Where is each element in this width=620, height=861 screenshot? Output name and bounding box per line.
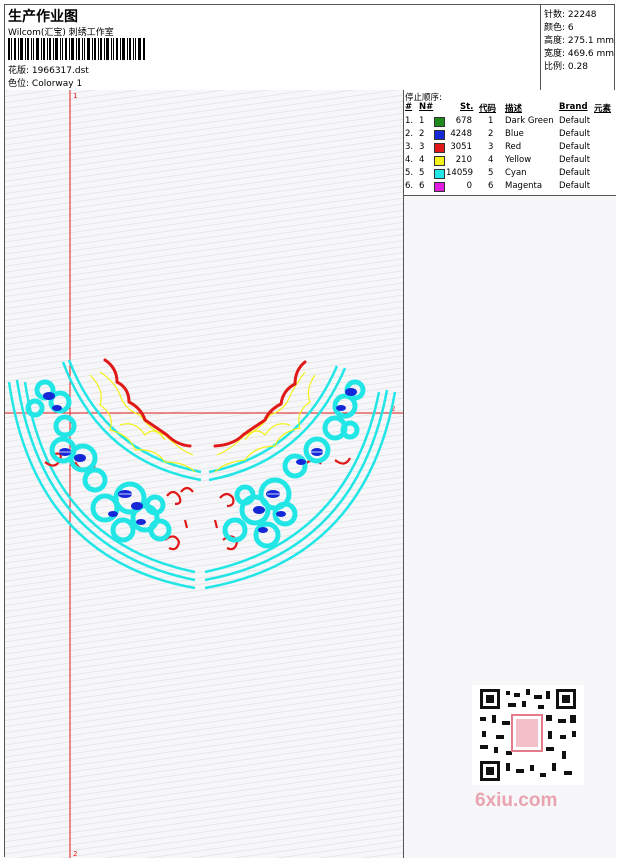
colorway-value: Colorway 1 (31, 79, 83, 89)
row-needle: 5 (419, 168, 425, 178)
axis-marker-bottom: 2 (73, 850, 77, 858)
axis-marker-top: 1 (73, 92, 77, 100)
color-swatch (434, 169, 445, 179)
design-width: 宽度: 469.6 mm (544, 49, 615, 59)
design-height: 高度: 275.1 mm (544, 36, 615, 46)
row-brand: Default (559, 168, 591, 178)
row-code: 5 (488, 168, 494, 178)
col-header-needle: N# (419, 102, 434, 112)
row-brand: Default (559, 155, 591, 165)
site-logo: 6xiu.com (475, 790, 558, 811)
row-index: 4. (405, 155, 414, 165)
col-header-brand: Brand (559, 102, 588, 112)
row-code: 3 (488, 142, 494, 152)
row-brand: Default (559, 142, 591, 152)
stitch-count: 针数: 22248 (544, 10, 597, 20)
row-stitches: 4248 (450, 129, 472, 139)
color-swatch (434, 117, 445, 127)
row-description: Dark Green (505, 116, 554, 126)
row-needle: 4 (419, 155, 425, 165)
row-brand: Default (559, 129, 591, 139)
colorway-label: 色位: (8, 79, 30, 89)
col-header-description: 描述 (505, 104, 523, 114)
row-needle: 2 (419, 129, 425, 139)
design-value: 1966317.dst (31, 66, 89, 76)
row-index: 3. (405, 142, 414, 152)
qr-code (472, 685, 584, 785)
row-stitches: 0 (466, 181, 472, 191)
design-stats: 针数: 22248 颜色: 6 高度: 275.1 mm 宽度: 469.6 m… (540, 5, 617, 90)
row-needle: 3 (419, 142, 425, 152)
design-canvas: 1 2 2 (5, 90, 404, 858)
col-header-element: 元素 (594, 104, 612, 114)
color-swatch (434, 130, 445, 140)
row-stitches: 3051 (450, 142, 472, 152)
color-swatch (434, 182, 445, 192)
row-description: Yellow (505, 155, 532, 165)
barcode (8, 38, 145, 60)
row-index: 5. (405, 168, 414, 178)
col-header-stitches: St. (460, 102, 474, 112)
colorway-row: 色位: Colorway 1 (8, 76, 82, 89)
embroidery-preview: 1 2 2 (5, 90, 403, 858)
stop-sequence-table: 停止顺序: # N# St. 代码 描述 Brand 元素 1. 1 678 1 Dar… (404, 90, 616, 196)
color-swatch (434, 156, 445, 166)
row-needle: 1 (419, 116, 425, 126)
row-index: 2. (405, 129, 414, 139)
col-header-index: # (405, 102, 413, 112)
design-name-row: 花版: 1966317.dst (8, 63, 89, 76)
color-swatch (434, 143, 445, 153)
studio-subtitle: Wilcom(汇宝) 刺绣工作室 (8, 28, 114, 38)
row-index: 1. (405, 116, 414, 126)
row-brand: Default (559, 181, 591, 191)
row-code: 6 (488, 181, 494, 191)
col-header-code: 代码 (479, 104, 497, 114)
row-code: 2 (488, 129, 494, 139)
design-label: 花版: (8, 66, 30, 76)
row-brand: Default (559, 116, 591, 126)
row-code: 1 (488, 116, 494, 126)
row-stitches: 14059 (446, 168, 474, 178)
color-count: 颜色: 6 (544, 23, 574, 33)
row-stitches: 678 (455, 116, 472, 126)
row-code: 4 (488, 155, 494, 165)
row-description: Red (505, 142, 522, 152)
row-needle: 6 (419, 181, 425, 191)
page-title: 生产作业图 (8, 9, 78, 25)
row-index: 6. (405, 181, 414, 191)
design-scale: 比例: 0.28 (544, 62, 588, 72)
row-description: Blue (505, 129, 524, 139)
row-description: Cyan (505, 168, 527, 178)
header: 生产作业图 Wilcom(汇宝) 刺绣工作室 花版: 1966317.dst 色… (5, 5, 614, 91)
row-stitches: 210 (455, 155, 472, 165)
row-description: Magenta (505, 181, 543, 191)
red-scallop-edges (103, 358, 307, 448)
